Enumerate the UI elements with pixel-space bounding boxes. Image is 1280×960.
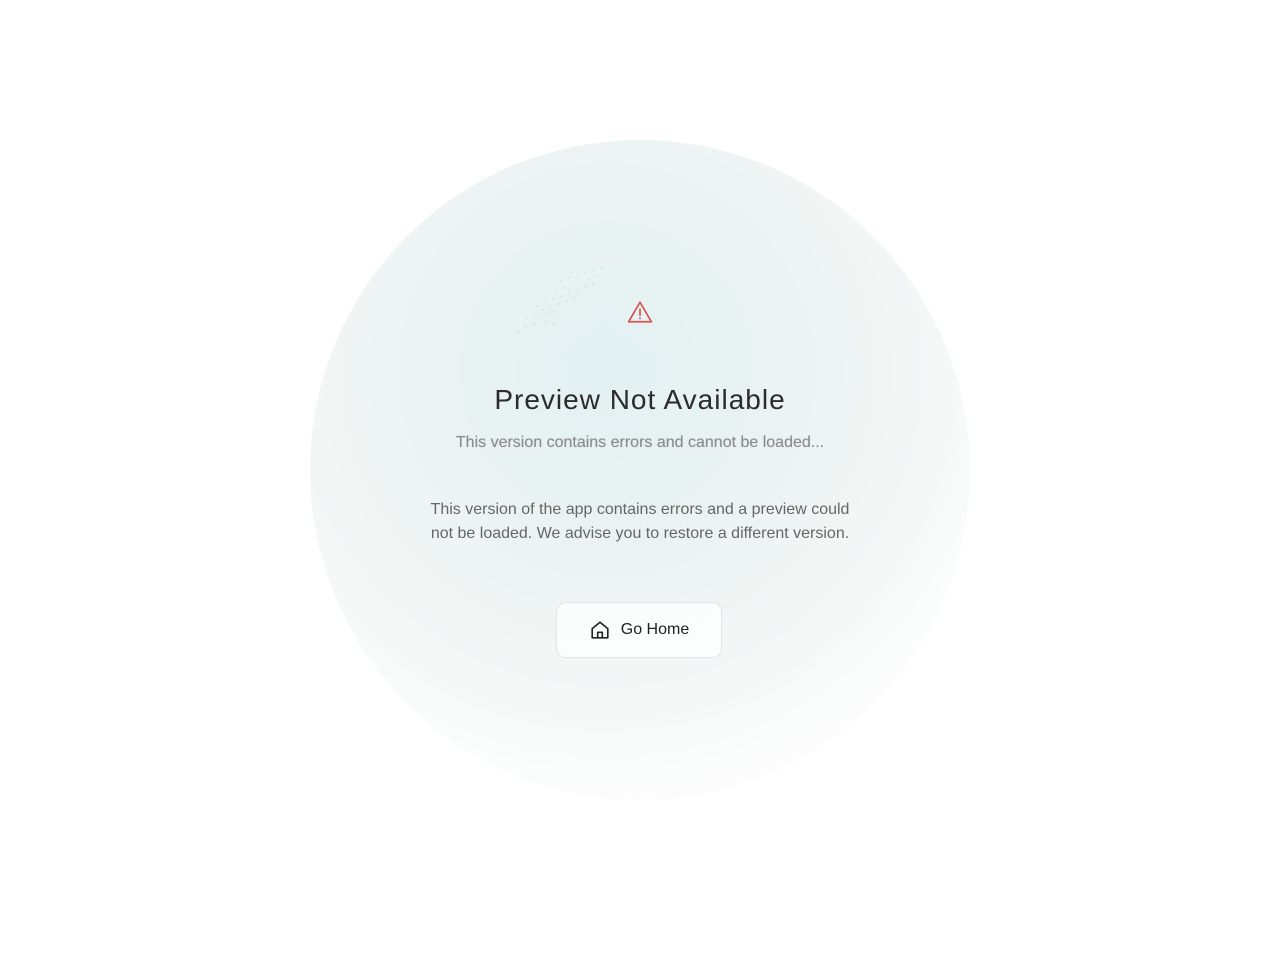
- home-icon: [591, 621, 609, 639]
- go-home-label: Go Home: [620, 621, 690, 638]
- decorative-speckle: [510, 267, 606, 337]
- page-title: Preview Not Available: [494, 384, 786, 415]
- error-page: Preview Not Available This version conta…: [0, 0, 1280, 960]
- go-home-button[interactable]: Go Home: [556, 602, 722, 658]
- background-glow: [310, 140, 970, 800]
- error-message: This version of the app contains errors …: [430, 501, 850, 542]
- page-subtitle: This version contains errors and cannot …: [455, 434, 825, 451]
- warning-triangle-icon: [627, 301, 653, 323]
